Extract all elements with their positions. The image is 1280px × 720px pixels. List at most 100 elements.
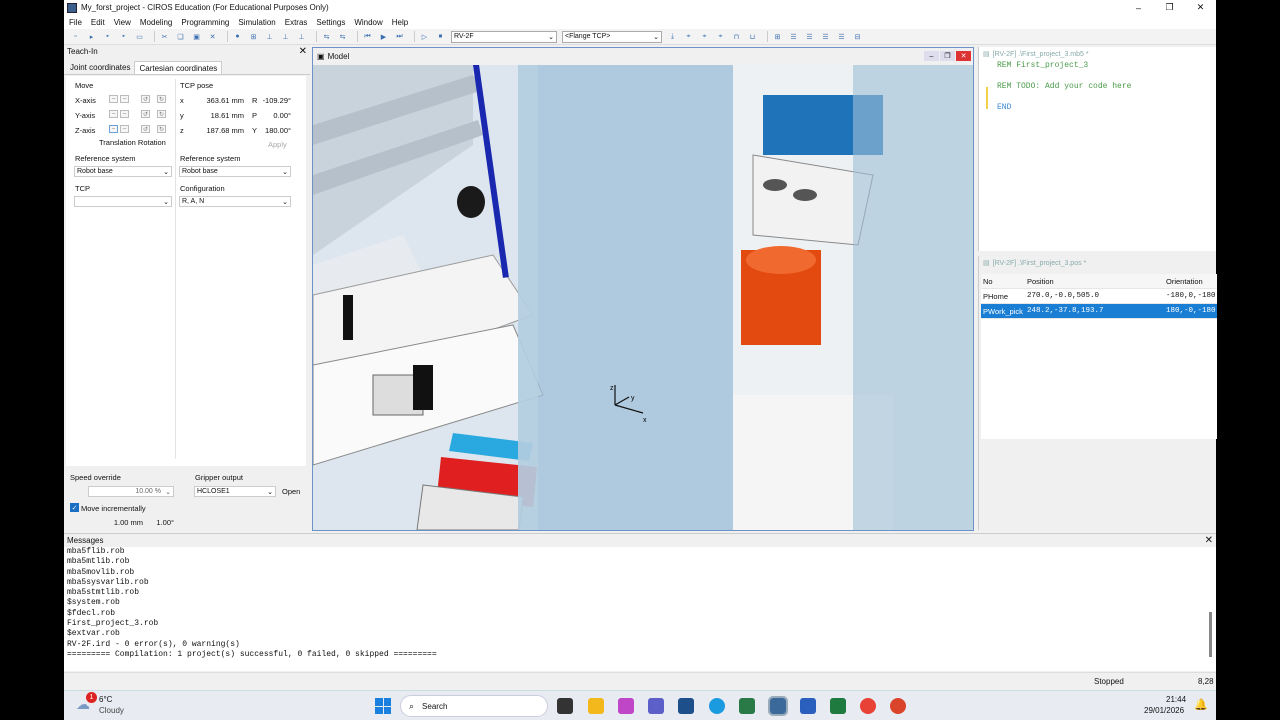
tab-joint-coordinates[interactable]: Joint coordinates [66,61,134,74]
task-view-icon[interactable] [557,698,573,714]
3d-scene[interactable]: z x y [313,65,973,530]
notification-bell-icon[interactable]: 🔔 [1194,698,1208,711]
menu-settings[interactable]: Settings [316,18,345,27]
scrollbar[interactable] [1209,612,1212,657]
tcp-select[interactable]: <Flange TCP> ⌄ [562,30,662,43]
pose-z-value[interactable]: 187.68 mm [186,126,244,135]
layout2-icon[interactable]: ☰ [788,31,799,42]
search-input[interactable]: ⌕ Search [400,695,548,717]
speed-override-select[interactable]: 10.00 % ⌄ [88,486,174,497]
stop-icon[interactable]: ⏹ [435,31,446,42]
store-icon[interactable] [678,698,694,714]
ry-minus-button[interactable]: ↺ [141,110,150,118]
menu-window[interactable]: Window [354,18,382,27]
code-area[interactable]: REM First_project_3 REM TODO: Add your c… [979,61,1216,114]
menu-edit[interactable]: Edit [91,18,105,27]
start-icon[interactable] [375,698,391,714]
rx-plus-button[interactable]: ↻ [157,95,166,103]
model-close-button[interactable]: ✕ [956,51,971,61]
app-icon-green[interactable] [739,698,755,714]
step-icon[interactable]: ⏭ [394,31,405,42]
y-minus-button[interactable]: – [109,110,118,118]
reset-icon[interactable]: ⏮ [362,31,373,42]
clock-time[interactable]: 21:44 [1166,695,1186,704]
paste-icon[interactable]: ▣ [191,31,202,42]
close-icon[interactable]: ✕ [299,46,307,57]
header-no[interactable]: No [981,277,1025,286]
x-minus-button[interactable]: – [109,95,118,103]
menu-extras[interactable]: Extras [285,18,308,27]
tcp-select[interactable]: ⌄ [74,196,172,207]
configuration-select[interactable]: R, A, N ⌄ [179,196,291,207]
layout6-icon[interactable]: ⊟ [852,31,863,42]
pose-y-value[interactable]: 18.61 mm [186,111,244,120]
delete-icon[interactable]: ✕ [207,31,218,42]
excel-icon[interactable] [830,698,846,714]
tab-cartesian-coordinates[interactable]: Cartesian coordinates [134,61,223,74]
pose-p-value[interactable]: 0.00° [256,111,291,120]
edge-icon[interactable] [709,698,725,714]
table-row[interactable]: PHome 270.0,-0.0,505.0 -180,0,-180 [981,289,1217,304]
close-icon[interactable]: ✕ [1205,535,1213,546]
model-minimize-button[interactable]: – [924,51,939,61]
close-button[interactable]: ✕ [1185,0,1216,15]
pose-r-value[interactable]: -109.29° [256,96,291,105]
open-icon[interactable]: ▸ [86,31,97,42]
ry-plus-button[interactable]: ↻ [157,110,166,118]
play-icon[interactable]: ▶ [378,31,389,42]
ref-system-select-right[interactable]: Robot base ⌄ [179,166,291,177]
minimize-button[interactable]: – [1123,0,1154,15]
header-orientation[interactable]: Orientation [1164,277,1217,286]
layout-icon[interactable]: ⊞ [772,31,783,42]
grid-icon[interactable]: ⊞ [248,31,259,42]
menu-programming[interactable]: Programming [181,18,229,27]
menu-simulation[interactable]: Simulation [238,18,275,27]
model-restore-button[interactable]: ❐ [940,51,955,61]
robot-select[interactable]: RV-2F ⌄ [451,30,557,43]
copy-icon[interactable]: ❏ [175,31,186,42]
save-icon[interactable]: ▪ [102,31,113,42]
link-icon[interactable]: ⇆ [321,31,332,42]
axis2-icon[interactable]: ⊥ [280,31,291,42]
gripper-output-select[interactable]: HCLOSE1 ⌄ [194,486,276,497]
cut-icon[interactable]: ✂ [159,31,170,42]
rx-minus-button[interactable]: ↺ [141,95,150,103]
globe-icon[interactable]: ● [232,31,243,42]
file-explorer-icon[interactable] [588,698,604,714]
layout5-icon[interactable]: ☰ [836,31,847,42]
z-minus-button[interactable]: – [109,125,118,133]
powerpoint-icon[interactable] [890,698,906,714]
clock-date[interactable]: 29/01/2026 [1144,706,1184,715]
x-plus-button[interactable]: – [120,95,129,103]
layout4-icon[interactable]: ☰ [820,31,831,42]
rz-minus-button[interactable]: ↺ [141,125,150,133]
apply-button[interactable]: Apply [268,140,287,149]
gripper-icon[interactable]: ⊓ [731,31,742,42]
word-icon[interactable] [800,698,816,714]
axis3-icon[interactable]: ⊥ [296,31,307,42]
ref-system-select-left[interactable]: Robot base ⌄ [74,166,172,177]
gripper-open-button[interactable]: Open [282,487,300,496]
menu-file[interactable]: File [69,18,82,27]
teach-icon[interactable]: ⤓ [667,31,678,42]
pose-y-rot-value[interactable]: 180.00° [256,126,291,135]
table-row[interactable]: PWork_pick 248.2,-37.8,193.7 180,-0,-180 [981,304,1217,319]
gripper2-icon[interactable]: ⊔ [747,31,758,42]
rz-plus-button[interactable]: ↻ [157,125,166,133]
pos2-icon[interactable]: ⌖ [699,31,710,42]
menu-help[interactable]: Help [392,18,408,27]
new-icon[interactable]: ▫ [70,31,81,42]
maximize-button[interactable]: ❐ [1154,0,1185,15]
z-plus-button[interactable]: – [120,125,129,133]
increment-deg-input[interactable]: 1.00° [146,518,174,527]
teams-icon[interactable] [648,698,664,714]
pos-icon[interactable]: ⌖ [683,31,694,42]
move-incrementally-checkbox[interactable]: ✓ [70,503,79,512]
layout3-icon[interactable]: ☰ [804,31,815,42]
pose-x-value[interactable]: 363.61 mm [186,96,244,105]
ciros-taskbar-icon[interactable] [768,696,788,716]
copilot-icon[interactable] [618,698,634,714]
chrome-icon[interactable] [860,698,876,714]
pos3-icon[interactable]: ⌖ [715,31,726,42]
menu-modeling[interactable]: Modeling [140,18,172,27]
